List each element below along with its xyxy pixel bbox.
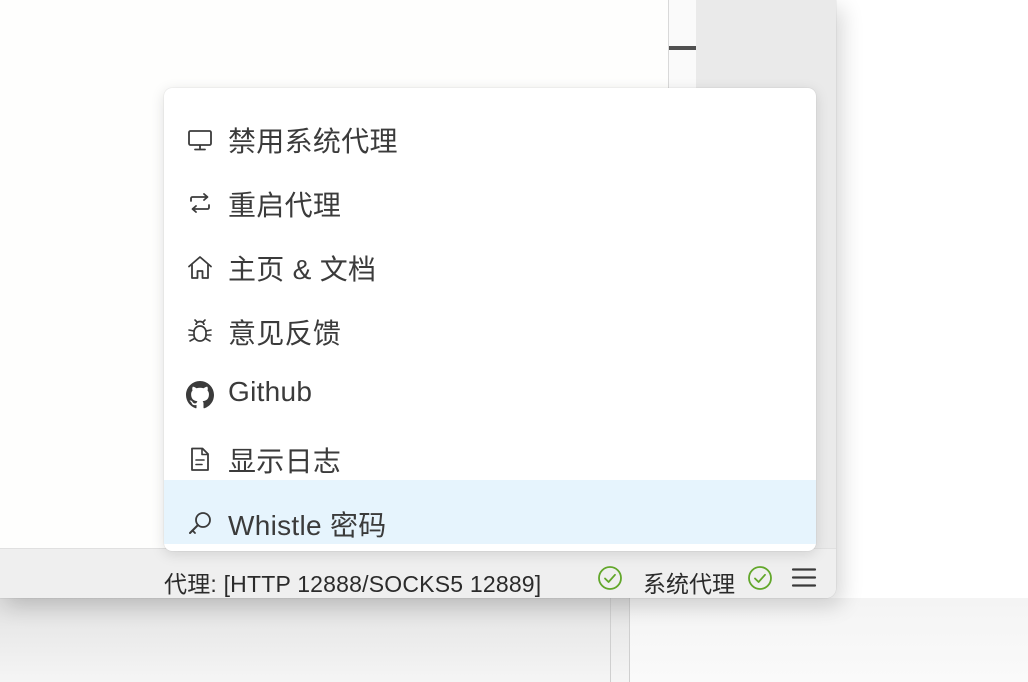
menu-item-restart-proxy[interactable]: 重启代理 bbox=[164, 160, 816, 224]
system-proxy-status-text: 系统代理 bbox=[643, 571, 735, 597]
menu-item-show-log[interactable]: 显示日志 bbox=[164, 416, 816, 480]
github-icon bbox=[186, 381, 214, 409]
menu-item-whistle-password[interactable]: Whistle 密码 bbox=[164, 480, 816, 544]
menu-item-label: Github bbox=[228, 376, 313, 407]
menu-item-label: 意见反馈 bbox=[228, 318, 342, 349]
background-panel bbox=[629, 598, 1028, 682]
menu-item-home-docs[interactable]: 主页 & 文档 bbox=[164, 224, 816, 288]
check-circle-icon bbox=[747, 565, 773, 591]
menu-item-label: 重启代理 bbox=[228, 190, 342, 221]
background-divider bbox=[629, 598, 630, 682]
dropdown-menu: 禁用系统代理 重启代理 主页 & 文档 意见反馈 Github 显示日志 Whi… bbox=[164, 88, 816, 551]
hamburger-menu-icon[interactable] bbox=[790, 566, 818, 590]
file-text-icon bbox=[186, 445, 214, 473]
background-divider bbox=[610, 598, 611, 682]
key-icon bbox=[186, 509, 214, 537]
menu-item-github[interactable]: Github bbox=[164, 352, 816, 416]
menu-item-label: 显示日志 bbox=[228, 446, 342, 477]
menu-item-disable-system-proxy[interactable]: 禁用系统代理 bbox=[164, 96, 816, 160]
proxy-status-text: 代理: [HTTP 12888/SOCKS5 12889] bbox=[164, 571, 542, 597]
monitor-icon bbox=[186, 125, 214, 153]
swap-icon bbox=[186, 189, 214, 217]
menu-item-label: 主页 & 文档 bbox=[228, 254, 377, 285]
background-window bbox=[0, 598, 1028, 682]
menu-item-label: Whistle 密码 bbox=[228, 510, 387, 541]
bug-icon bbox=[186, 317, 214, 345]
menu-item-feedback[interactable]: 意见反馈 bbox=[164, 288, 816, 352]
menu-item-label: 禁用系统代理 bbox=[228, 126, 398, 157]
status-bar: 代理: [HTTP 12888/SOCKS5 12889] 系统代理 bbox=[0, 548, 836, 598]
home-icon bbox=[186, 253, 214, 281]
check-circle-icon bbox=[597, 565, 623, 591]
scroll-marker bbox=[669, 46, 696, 50]
